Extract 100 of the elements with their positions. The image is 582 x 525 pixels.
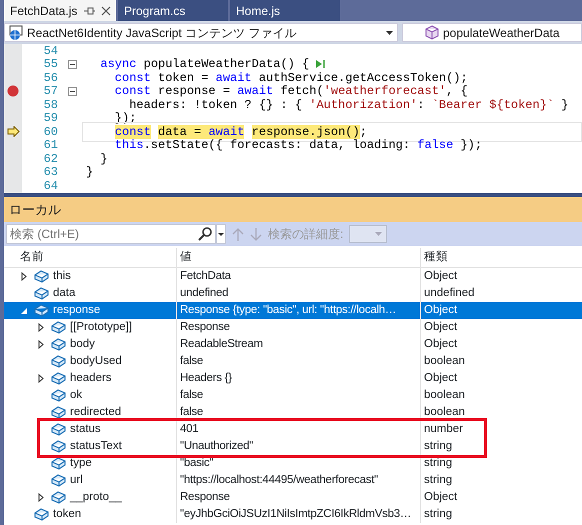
project-dropdown[interactable]: ReactNet6Identity JavaScript コンテンツ ファイル [4,23,398,42]
expand-arrow-icon[interactable] [37,493,45,502]
variable-name[interactable]: headers [70,370,112,387]
variable-name[interactable]: bodyUsed [70,353,122,370]
variable-name[interactable]: token [53,506,82,523]
expand-arrow-icon[interactable] [20,272,28,281]
variable-type: boolean [424,404,465,420]
variable-icon [50,473,67,488]
variable-name[interactable]: redirected [70,404,122,421]
variable-type: Object [424,268,458,284]
variable-name[interactable]: __proto__ [70,489,122,506]
expand-arrow-icon[interactable] [37,340,45,349]
variable-icon [50,354,67,369]
variable-value: ReadableStream [180,336,263,352]
search-icon[interactable] [198,227,212,241]
variable-type: string [424,506,452,522]
variable-icon [50,422,67,437]
cube-icon [425,25,439,40]
breakpoint-icon[interactable] [7,85,19,98]
variable-name[interactable]: data [53,285,76,302]
variable-icon [50,490,67,505]
caret-icon[interactable] [386,30,393,34]
column-header[interactable]: 値 [176,248,420,268]
variable-type: boolean [424,354,465,369]
variable-icon [33,286,50,301]
variable-name[interactable]: type [70,455,92,472]
variable-type: string [424,472,452,488]
variable-type: Object [424,336,458,352]
line-number: 59 [44,111,58,126]
variable-type: Object [424,490,458,505]
collapse-icon[interactable] [68,86,76,96]
variable-value: false [180,354,204,369]
variable-value: undefined [180,286,228,301]
run-to-click-icon[interactable] [315,59,326,70]
variable-icon [50,456,67,471]
line-number: 61 [44,138,58,152]
expand-arrow-icon[interactable] [37,323,45,332]
line-number: 55 [44,57,58,72]
variable-value: false [180,388,204,403]
variable-name[interactable]: [[Prototype]] [70,319,132,336]
variable-name[interactable]: this [53,268,71,285]
line-number: 60 [44,124,58,139]
variable-value: Response {type: "basic", url: "https://localh… [180,302,396,318]
code-line: headers: !token ? {} : { 'Authorization': `Bearer ${token}` } [128,96,569,112]
variable-name[interactable]: response [53,302,100,319]
selected-row[interactable]: response Response {type: "basic", url: "https://localh… Object [4,302,582,319]
variable-type: string [424,456,452,471]
variable-value: Headers {} [180,370,232,386]
variable-value: 401 [180,422,198,437]
variable-type: string [424,438,452,454]
search-field[interactable]: 検索 (Ctrl+E) [6,224,216,244]
variable-name[interactable]: url [70,472,83,489]
variable-icon [50,337,67,352]
variable-value: Response [180,320,230,335]
pin-icon[interactable] [83,6,96,16]
variable-value: "https://localhost:44495/weatherforecast" [180,472,378,488]
variable-value: "eyJhbGciOiJSUzI1NiIsImtpZCI6IkRldmVsb3… [180,506,412,522]
variable-icon [50,439,67,454]
depth-label: 検索の詳細度: [268,226,344,243]
file-tab[interactable]: Home.js [230,0,340,21]
variable-name[interactable]: ok [70,387,82,404]
code-line: } [99,150,108,168]
code-line: const token = await authService.getAccessToken(); [114,70,468,85]
member-dropdown[interactable]: populateWeatherData [402,23,582,42]
variable-name[interactable]: body [70,336,95,353]
line-number: 63 [44,165,58,180]
column-header[interactable]: 名前 [4,248,176,268]
variable-type: Object [424,370,458,386]
column-header[interactable]: 種類 [420,248,582,268]
code-line: async populateWeatherData() { [99,56,310,72]
variable-value: "Unauthorized" [180,438,254,454]
variable-type: boolean [424,388,465,403]
code-line: } [86,164,94,182]
file-tab[interactable]: FetchData.js [4,0,116,21]
line-number: 58 [44,98,58,112]
variable-icon [50,405,67,420]
line-number: 54 [44,44,58,58]
file-tab[interactable]: Program.cs [118,0,228,21]
line-number: 64 [44,178,58,193]
line-number: 56 [44,70,58,85]
variable-type: Object [424,320,458,335]
variable-name[interactable]: statusText [70,438,122,455]
variable-type: undefined [424,286,475,301]
variable-icon [50,371,67,386]
expand-arrow-icon[interactable] [37,374,45,383]
variable-icon [50,320,67,335]
panel-title: ローカル [9,200,61,219]
variable-icon [33,507,50,522]
file-globe-icon [9,25,23,40]
variable-value: Response [180,490,230,505]
collapse-icon[interactable] [68,60,76,69]
variable-value: false [180,404,204,420]
collapse-arrow-icon[interactable] [20,306,28,314]
close-icon[interactable] [101,6,112,16]
dropdown-caret-icon[interactable] [216,224,226,244]
variable-type: number [424,422,463,437]
variable-name[interactable]: status [70,421,101,438]
variable-value: "basic" [180,456,214,471]
variable-icon [33,303,50,318]
line-number: 62 [44,152,58,166]
